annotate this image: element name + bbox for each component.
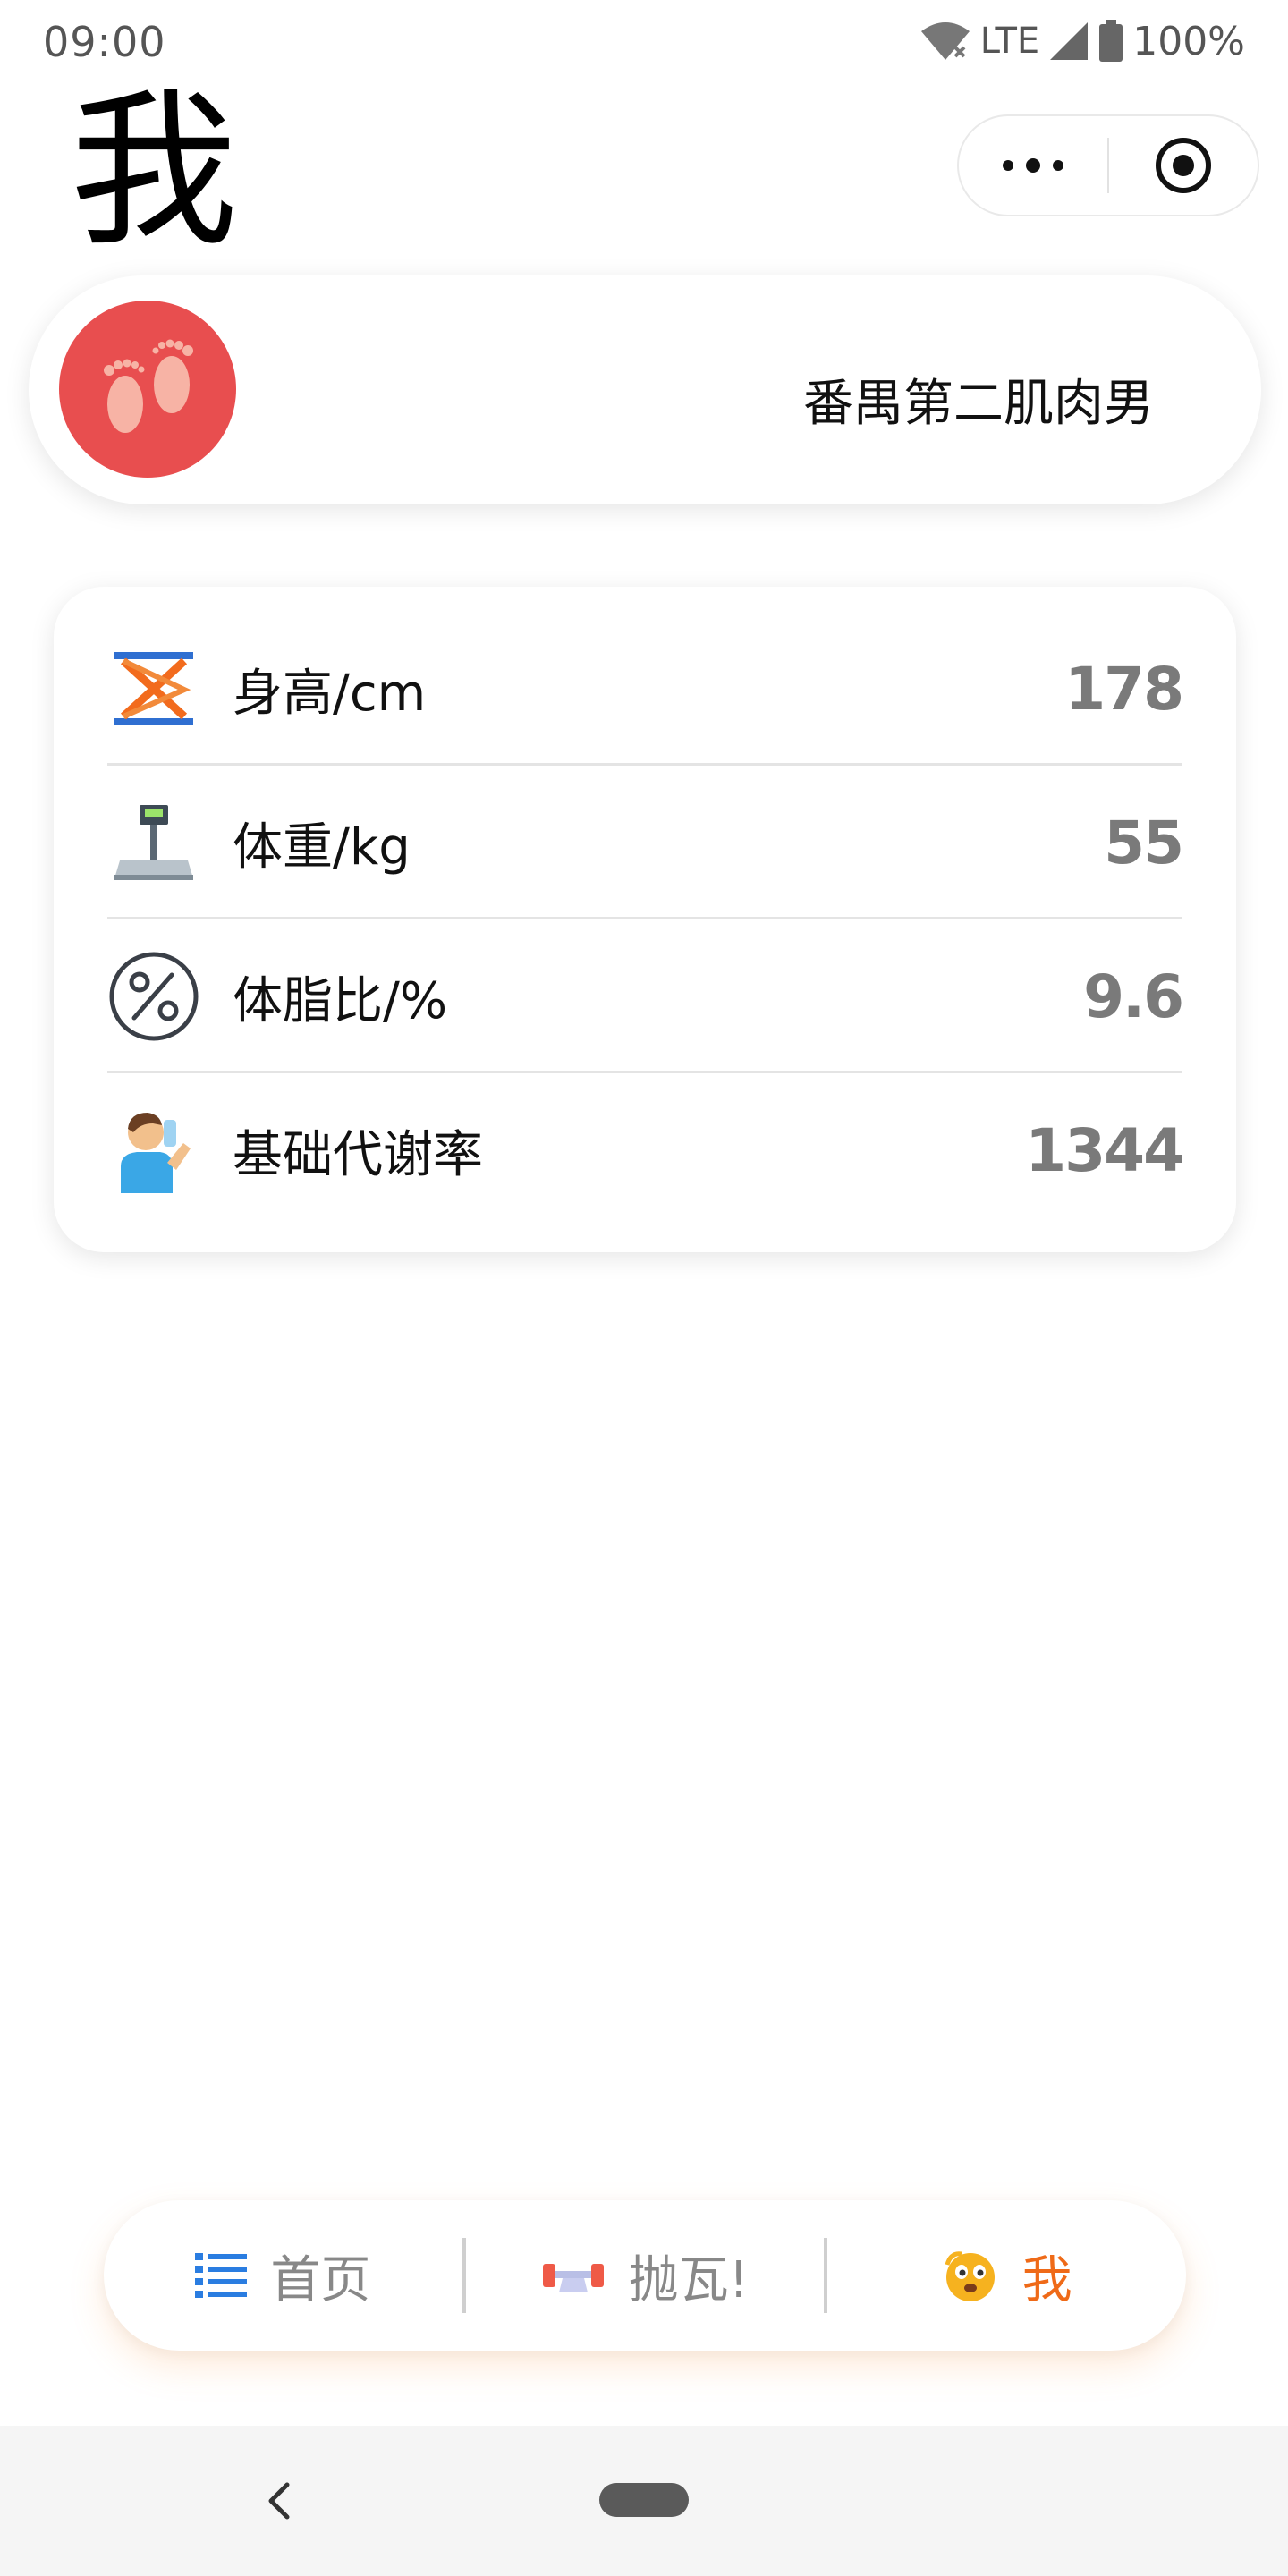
battery-level: 100%	[1132, 18, 1245, 64]
stat-value: 1344	[1025, 1115, 1184, 1185]
home-pill-button[interactable]	[599, 2483, 689, 2517]
stat-label: 体脂比/%	[233, 971, 448, 1030]
target-close-icon	[1156, 138, 1211, 193]
stat-value: 9.6	[1083, 962, 1184, 1031]
tab-label: 首页	[270, 2250, 371, 2309]
signal-icon	[1048, 21, 1089, 62]
battery-icon	[1098, 20, 1123, 63]
drinking-man-icon	[107, 1104, 200, 1197]
stat-value: 55	[1104, 808, 1184, 877]
stat-row-height[interactable]: 身高/cm 178	[107, 612, 1184, 766]
close-miniprogram-button[interactable]	[1109, 116, 1258, 215]
back-button[interactable]	[254, 2467, 304, 2535]
scale-icon	[107, 796, 200, 889]
stat-value: 178	[1064, 654, 1184, 724]
nickname: 番禺第二肌肉男	[803, 375, 1154, 433]
status-icons: LTE 100%	[919, 16, 1245, 66]
more-button[interactable]	[959, 116, 1107, 215]
page-title: 我	[70, 73, 238, 269]
tab-workout[interactable]: 抛瓦!	[466, 2200, 825, 2351]
profile-card[interactable]: 番禺第二肌肉男	[29, 275, 1261, 504]
chevron-left-icon	[268, 2482, 290, 2520]
tab-label: 我	[1021, 2250, 1072, 2309]
tab-home[interactable]: 首页	[104, 2200, 462, 2351]
dumbbell-icon	[542, 2264, 604, 2292]
avatar[interactable]	[59, 301, 236, 478]
stat-label: 身高/cm	[233, 664, 427, 723]
list-icon	[195, 2253, 248, 2298]
stat-label: 体重/kg	[233, 818, 411, 877]
stat-row-weight[interactable]: 体重/kg 55	[107, 766, 1184, 919]
scissor-lift-icon	[107, 642, 200, 735]
percent-icon	[107, 950, 200, 1043]
network-type: LTE	[979, 21, 1040, 62]
mini-program-capsule	[957, 114, 1259, 216]
more-dots-icon	[1003, 158, 1063, 173]
wifi-icon	[919, 21, 971, 62]
stat-row-bmr[interactable]: 基础代谢率 1344	[107, 1073, 1184, 1227]
stat-row-body-fat[interactable]: 体脂比/% 9.6	[107, 919, 1184, 1073]
footprints-icon	[104, 339, 193, 433]
system-nav-bar	[0, 2426, 1288, 2576]
stat-label: 基础代谢率	[233, 1125, 483, 1184]
tab-me[interactable]: 我	[827, 2200, 1186, 2351]
tab-label: 抛瓦!	[628, 2250, 750, 2309]
status-time: 09:00	[43, 18, 166, 66]
emoji-face-icon	[945, 2251, 995, 2301]
bottom-tab-bar: 首页 抛瓦! 我	[104, 2200, 1186, 2351]
